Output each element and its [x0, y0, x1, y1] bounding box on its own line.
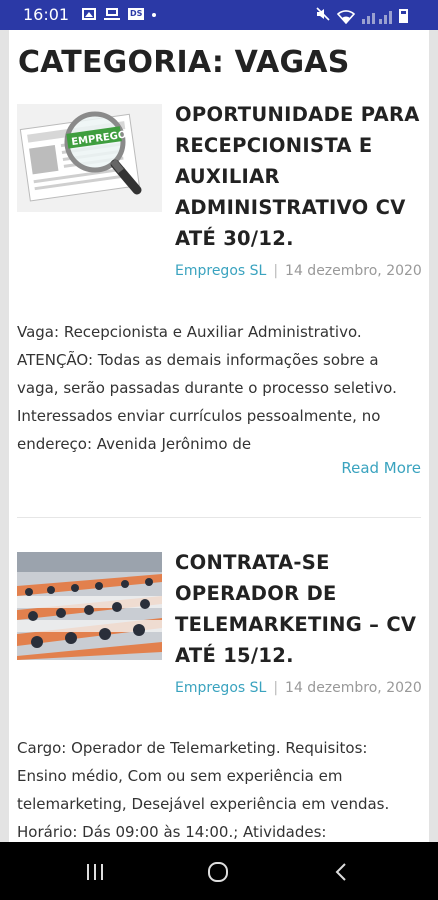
page-title: CATEGORIA: VAGAS	[18, 45, 350, 80]
page-content[interactable]: CATEGORIA: VAGAS EMPREGO OPORTUNIDADE PA…	[9, 30, 429, 842]
home-icon[interactable]	[208, 862, 228, 882]
badge-icon: DS	[128, 8, 145, 20]
post-title[interactable]: OPORTUNIDADE PARA RECEPCIONISTA E AUXILI…	[175, 99, 425, 254]
battery-icon	[399, 9, 408, 23]
status-time: 16:01	[23, 5, 70, 24]
navigation-bar	[0, 842, 438, 900]
dot-icon	[152, 13, 157, 17]
wifi-icon	[336, 9, 356, 25]
post-meta: Empregos SL | 14 dezembro, 2020	[175, 674, 425, 703]
frame-right	[429, 30, 438, 842]
post-thumbnail[interactable]: EMPREGO	[17, 104, 162, 212]
post-title[interactable]: CONTRATA-SE OPERADOR DE TELEMARKETING – …	[175, 547, 425, 671]
post-excerpt: Cargo: Operador de Telemarketing. Requis…	[17, 739, 390, 841]
back-icon[interactable]	[334, 863, 348, 881]
post-divider	[17, 517, 421, 518]
post-date: 14 dezembro, 2020	[285, 680, 422, 696]
notification-icons: DS	[82, 8, 164, 20]
signal-icon	[362, 9, 392, 24]
system-icons	[309, 7, 408, 25]
post-author-link[interactable]: Empregos SL	[175, 263, 266, 279]
post-excerpt: Vaga: Recepcionista e Auxiliar Administr…	[17, 323, 397, 453]
frame-left	[0, 30, 9, 842]
post-meta: Empregos SL | 14 dezembro, 2020	[175, 257, 425, 286]
post-author-link[interactable]: Empregos SL	[175, 680, 266, 696]
read-more-link[interactable]: Read More	[341, 459, 421, 477]
status-bar: 16:01 DS	[0, 0, 438, 30]
mute-icon	[316, 7, 330, 25]
post-thumbnail[interactable]	[17, 552, 162, 660]
recents-icon[interactable]	[87, 864, 105, 880]
laptop-icon	[104, 8, 120, 20]
meta-separator: |	[273, 263, 279, 279]
photo-icon	[82, 8, 96, 20]
post-date: 14 dezembro, 2020	[285, 263, 422, 279]
meta-separator: |	[273, 680, 279, 696]
